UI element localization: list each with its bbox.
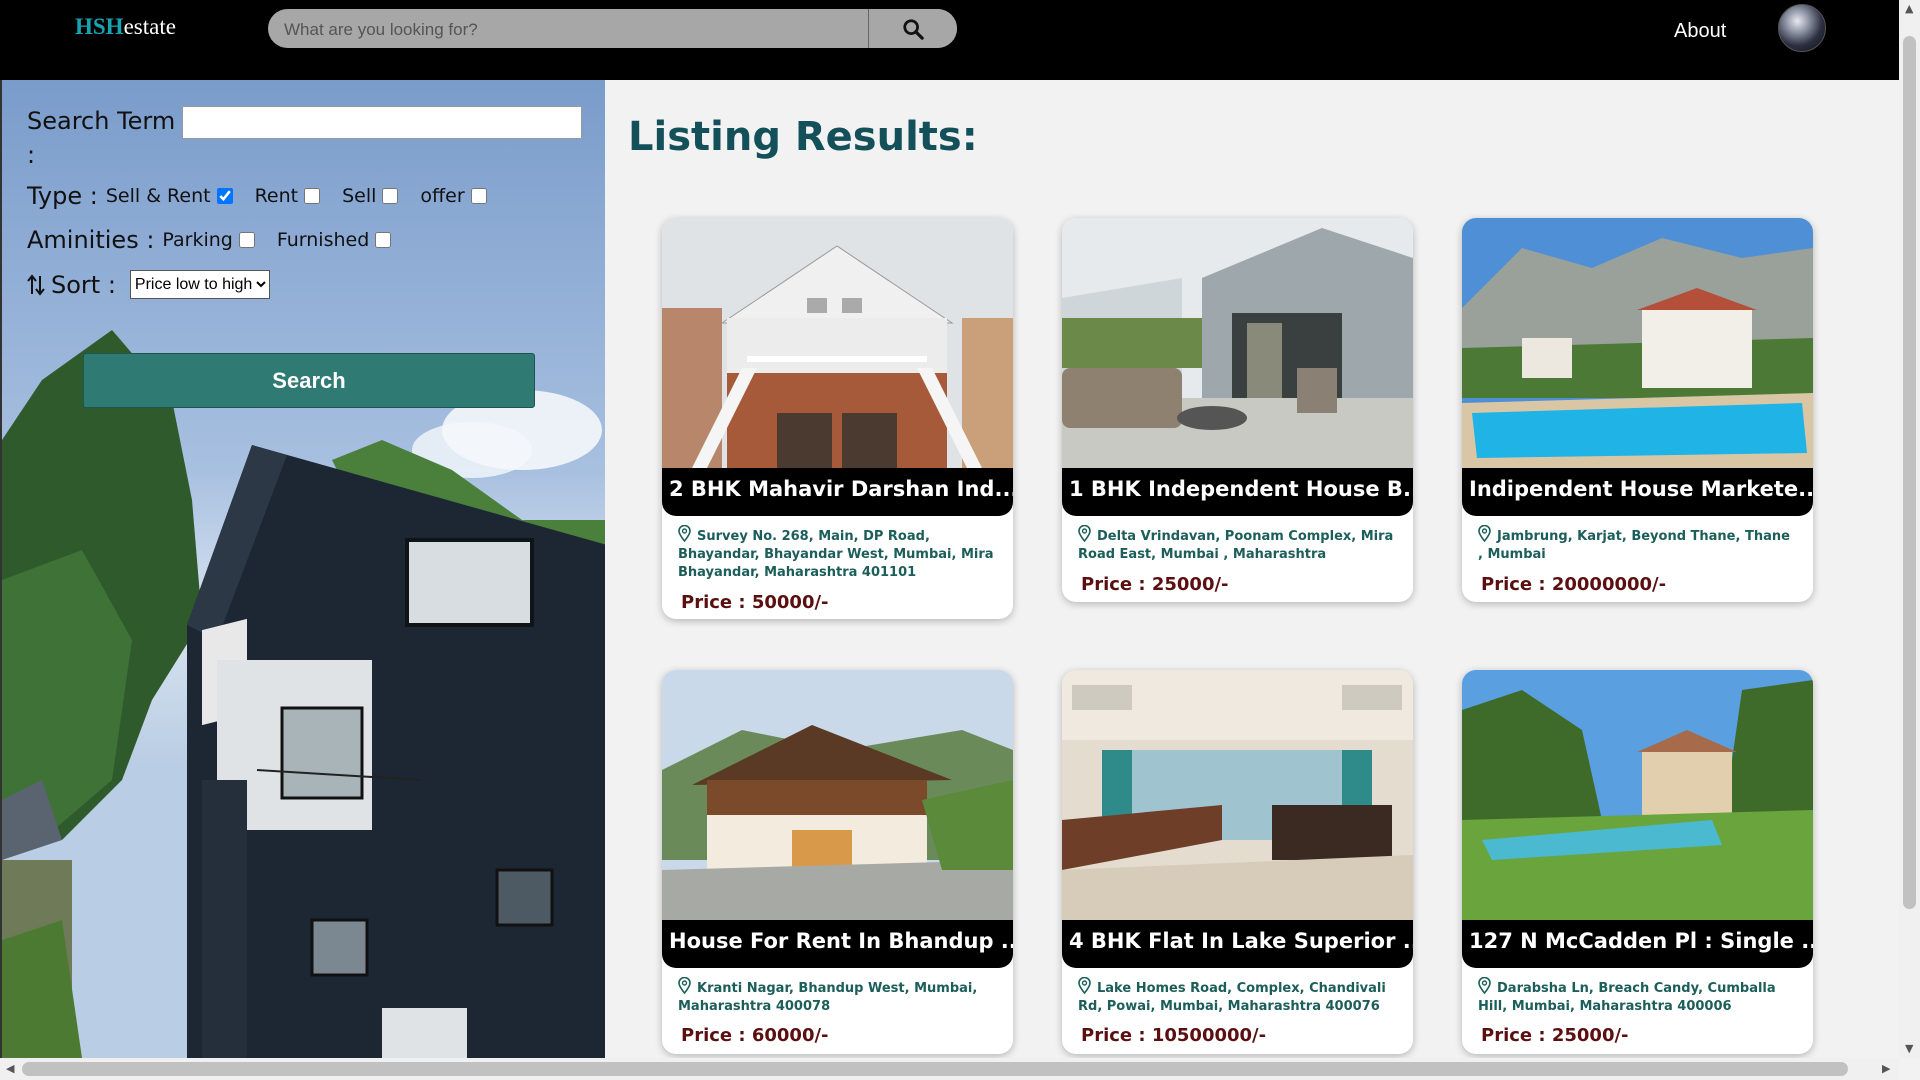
listing-address: Lake Homes Road, Complex, Chandivali Rd,…: [1078, 977, 1398, 1016]
nav-about-link[interactable]: About: [1674, 20, 1726, 43]
amenities-filter-row: Aminities : Parking Furnished: [27, 226, 392, 254]
scroll-right-arrow-icon[interactable]: ▶: [1882, 1062, 1890, 1075]
header-search-input[interactable]: [268, 9, 886, 48]
type-option-sell[interactable]: Sell: [342, 185, 399, 207]
top-navbar: HSHestate About: [0, 0, 1899, 80]
type-option-sell-rent[interactable]: Sell & Rent: [106, 185, 233, 207]
amenity-option-label: Parking: [162, 229, 233, 251]
checkbox-sell-rent[interactable]: [216, 188, 233, 204]
sort-select[interactable]: Price low to high: [129, 270, 270, 299]
listing-image: [1062, 670, 1413, 920]
type-option-label: Sell: [342, 185, 377, 207]
listing-address: Darabsha Ln, Breach Candy, Cumballa Hill…: [1478, 977, 1798, 1016]
listing-image: [662, 670, 1013, 920]
amenity-option-furnished[interactable]: Furnished: [276, 229, 392, 251]
listing-price: Price : 25000/-: [1081, 574, 1229, 595]
horizontal-scrollbar-thumb[interactable]: [22, 1062, 1848, 1076]
user-avatar[interactable]: [1778, 4, 1826, 52]
listing-price: Price : 60000/-: [681, 1025, 829, 1046]
location-pin-icon: [1478, 977, 1491, 994]
type-option-rent[interactable]: Rent: [255, 185, 321, 207]
site-logo[interactable]: HSHestate: [75, 14, 176, 40]
type-filter-row: Type : Sell & Rent Rent Sell offer: [27, 182, 487, 210]
search-term-label: Search Term :: [27, 107, 176, 169]
listing-price: Price : 50000/-: [681, 592, 829, 613]
checkbox-sell[interactable]: [382, 188, 399, 204]
logo-suffix: estate: [123, 14, 176, 39]
checkbox-furnished[interactable]: [375, 232, 392, 248]
listing-address: Kranti Nagar, Bhandup West, Mumbai, Maha…: [678, 977, 998, 1016]
search-button[interactable]: Search: [83, 353, 535, 408]
type-label: Type :: [27, 182, 98, 210]
listing-address: Delta Vrindavan, Poonam Complex, Mira Ro…: [1078, 525, 1398, 564]
listing-image: [1062, 218, 1413, 468]
listing-address: Survey No. 268, Main, DP Road, Bhayandar…: [678, 525, 998, 582]
listing-card[interactable]: 2 BHK Mahavir Darshan Ind... Survey No. …: [662, 218, 1013, 619]
logo-brand: HSH: [75, 14, 124, 39]
listing-title: 4 BHK Flat In Lake Superior ...: [1062, 920, 1413, 968]
search-icon: [903, 18, 924, 40]
listing-title: 2 BHK Mahavir Darshan Ind...: [662, 468, 1013, 516]
listing-card[interactable]: 4 BHK Flat In Lake Superior ... Lake Hom…: [1062, 670, 1413, 1054]
location-pin-icon: [1078, 977, 1091, 994]
listing-address-text: Kranti Nagar, Bhandup West, Mumbai, Maha…: [678, 981, 978, 1014]
listing-price: Price : 25000/-: [1481, 1025, 1629, 1046]
scroll-up-arrow-icon[interactable]: ▲: [1905, 2, 1913, 15]
scroll-left-arrow-icon[interactable]: ◀: [6, 1062, 14, 1075]
header-search-bar: [268, 9, 957, 48]
listing-image: [1462, 218, 1813, 468]
type-option-label: offer: [420, 185, 465, 207]
checkbox-offer[interactable]: [470, 188, 487, 204]
listing-title: 1 BHK Independent House B...: [1062, 468, 1413, 516]
listing-price: Price : 20000000/-: [1481, 574, 1667, 595]
horizontal-scrollbar[interactable]: ◀ ▶: [0, 1058, 1899, 1080]
listing-address: Jambrung, Karjat, Beyond Thane, Thane , …: [1478, 525, 1798, 564]
vertical-scrollbar-thumb[interactable]: [1903, 36, 1916, 909]
listing-title: 127 N McCadden Pl : Single ...: [1462, 920, 1813, 968]
listing-image: [1462, 670, 1813, 920]
listing-address-text: Lake Homes Road, Complex, Chandivali Rd,…: [1078, 981, 1386, 1014]
listing-image: [662, 218, 1013, 468]
filter-sidebar: Search Term : Type : Sell & Rent Rent Se…: [0, 80, 605, 1058]
location-pin-icon: [1078, 525, 1091, 542]
header-search-button[interactable]: [868, 9, 957, 48]
page-title: Listing Results:: [628, 114, 978, 160]
sort-label: Sort :: [51, 270, 116, 299]
listing-address-text: Darabsha Ln, Breach Candy, Cumballa Hill…: [1478, 981, 1776, 1014]
type-option-label: Rent: [254, 185, 299, 207]
listing-address-text: Delta Vrindavan, Poonam Complex, Mira Ro…: [1078, 529, 1394, 562]
type-option-label: Sell & Rent: [105, 185, 211, 207]
listing-title: Indipendent House Markete...: [1462, 468, 1813, 516]
listing-card[interactable]: Indipendent House Markete... Jambrung, K…: [1462, 218, 1813, 602]
listing-address-text: Survey No. 268, Main, DP Road, Bhayandar…: [678, 529, 994, 580]
vertical-scrollbar[interactable]: ▲ ▼: [1899, 0, 1920, 1058]
checkbox-parking[interactable]: [238, 232, 255, 248]
amenities-label: Aminities :: [27, 226, 155, 254]
sort-row: Sort : Price low to high: [27, 270, 270, 299]
listing-price: Price : 10500000/-: [1081, 1025, 1267, 1046]
type-option-offer[interactable]: offer: [420, 185, 487, 207]
listing-card[interactable]: 1 BHK Independent House B... Delta Vrind…: [1062, 218, 1413, 602]
sort-arrows-icon: [27, 273, 45, 296]
amenity-option-label: Furnished: [276, 229, 370, 251]
checkbox-rent[interactable]: [304, 188, 321, 204]
listing-address-text: Jambrung, Karjat, Beyond Thane, Thane , …: [1478, 529, 1790, 562]
location-pin-icon: [678, 525, 691, 542]
amenity-option-parking[interactable]: Parking: [162, 229, 255, 251]
listing-card[interactable]: House For Rent In Bhandup ... Kranti Nag…: [662, 670, 1013, 1054]
scroll-down-arrow-icon[interactable]: ▼: [1905, 1042, 1913, 1055]
search-term-input[interactable]: [182, 106, 582, 139]
location-pin-icon: [1478, 525, 1491, 542]
listing-title: House For Rent In Bhandup ...: [662, 920, 1013, 968]
listing-card[interactable]: 127 N McCadden Pl : Single ... Darabsha …: [1462, 670, 1813, 1054]
location-pin-icon: [678, 977, 691, 994]
